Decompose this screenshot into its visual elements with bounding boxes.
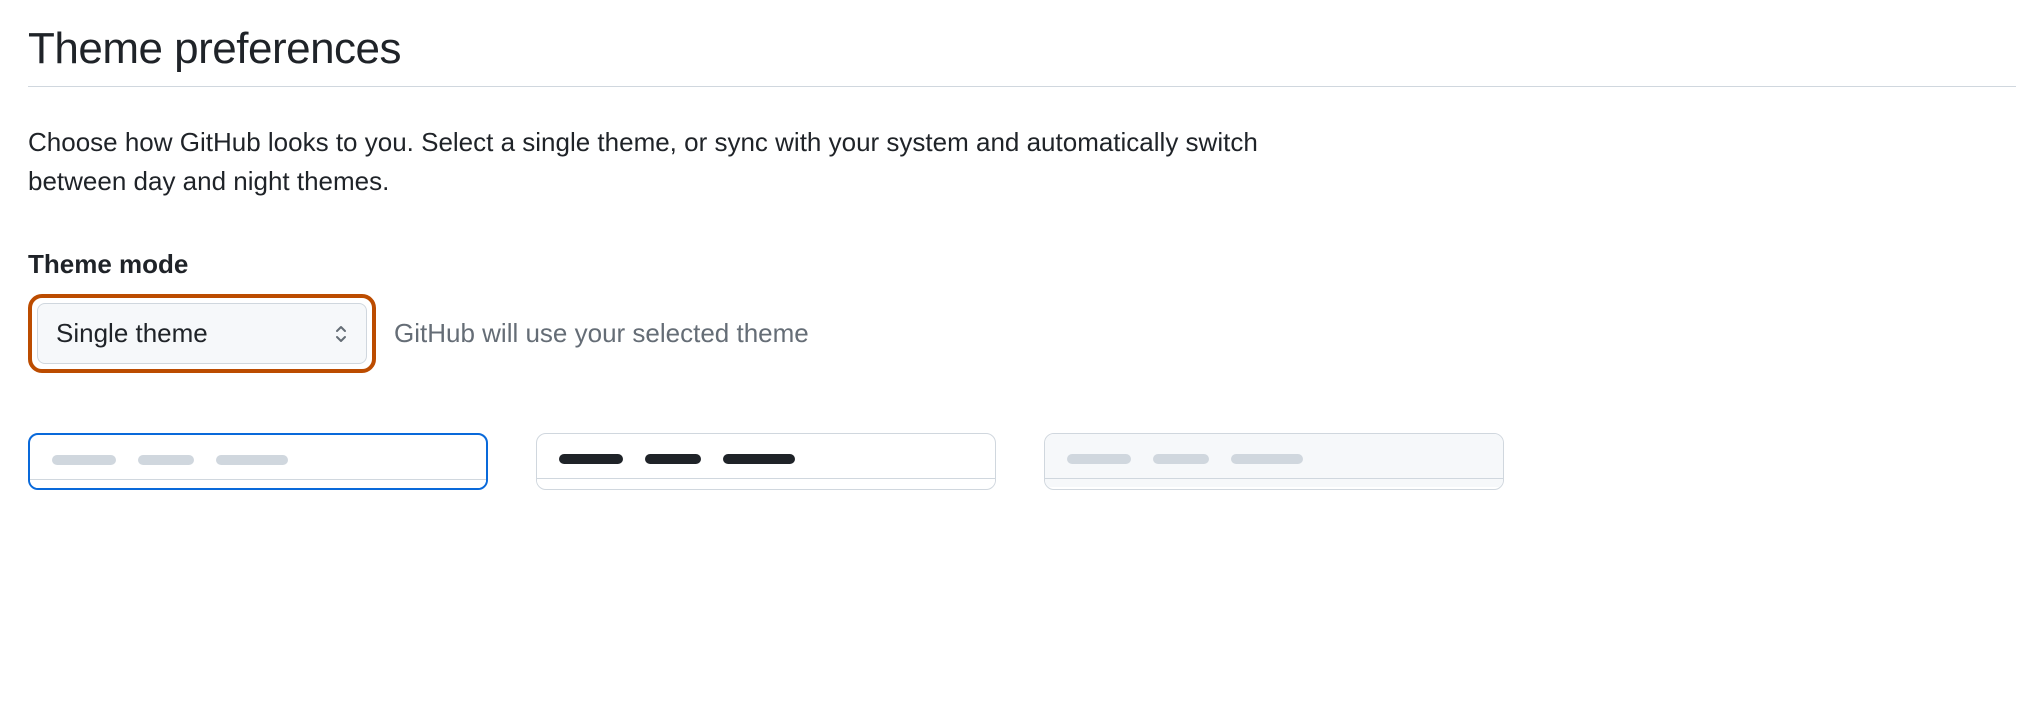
theme-mode-selected-value: Single theme (56, 318, 208, 349)
theme-card-light-default[interactable] (28, 433, 488, 490)
select-caret-icon (334, 325, 348, 343)
preview-pill (216, 455, 288, 465)
theme-card-preview-body (537, 479, 995, 487)
theme-mode-row: Single theme GitHub will use your select… (28, 294, 2016, 373)
theme-card-light-alt[interactable] (1044, 433, 1504, 490)
theme-card-preview-body (30, 480, 486, 488)
preview-pill (52, 455, 116, 465)
preview-pill (1153, 454, 1209, 464)
theme-card-preview-header (537, 434, 995, 479)
theme-card-preview-header (30, 435, 486, 480)
theme-mode-select[interactable]: Single theme (37, 303, 367, 364)
theme-card-preview-header (1045, 434, 1503, 479)
section-divider (28, 86, 2016, 87)
preview-pill (559, 454, 623, 464)
preview-pill (1067, 454, 1131, 464)
theme-mode-label: Theme mode (28, 249, 2016, 280)
theme-mode-helper: GitHub will use your selected theme (394, 318, 809, 349)
theme-cards (28, 433, 2016, 490)
page-title: Theme preferences (28, 24, 2016, 74)
preview-pill (645, 454, 701, 464)
preview-pill (1231, 454, 1303, 464)
theme-card-preview-body (1045, 479, 1503, 487)
theme-mode-highlight: Single theme (28, 294, 376, 373)
theme-card-light-high-contrast[interactable] (536, 433, 996, 490)
preview-pill (723, 454, 795, 464)
preview-pill (138, 455, 194, 465)
page-description: Choose how GitHub looks to you. Select a… (28, 123, 1328, 201)
